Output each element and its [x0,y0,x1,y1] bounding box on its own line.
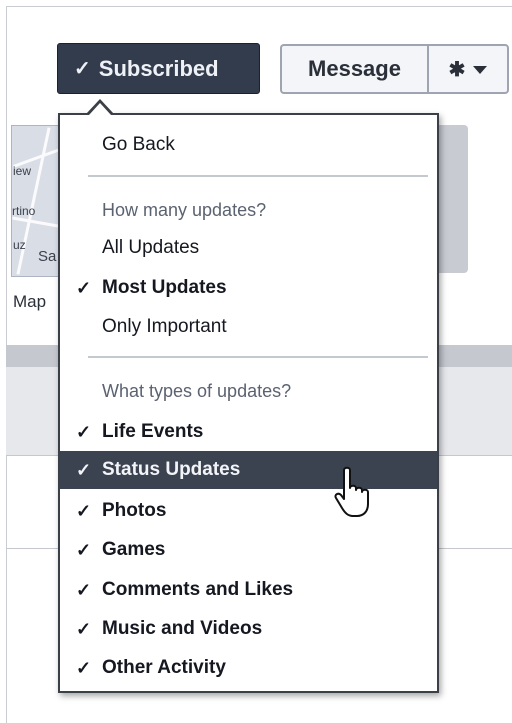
menu-item-most-updates[interactable]: ✓ Most Updates [60,270,437,306]
check-icon: ✓ [76,657,92,678]
message-button[interactable]: Message [280,44,427,94]
check-icon: ✓ [76,277,92,298]
map-text: Sa [38,248,57,265]
map-text: iew [13,164,32,178]
menu-item-go-back[interactable]: Go Back [60,127,437,163]
menu-item-label: Most Updates [102,277,227,298]
subscribed-button[interactable]: ✓ Subscribed [57,43,260,94]
menu-item-label: Status Updates [102,459,241,480]
subscribed-label: Subscribed [98,55,219,81]
menu-item-label: Games [102,539,166,560]
menu-item-status-updates[interactable]: ✓ Status Updates [60,451,437,489]
check-icon: ✓ [76,500,92,521]
menu-header-label: How many updates? [102,199,267,220]
menu-item-label: Comments and Likes [102,579,294,600]
menu-header-label: What types of updates? [102,380,292,401]
menu-item-label: Only Important [102,316,227,337]
menu-item-music-and-videos[interactable]: ✓ Music and Videos [60,611,437,647]
map-text: rtino [12,204,36,218]
menu-item-label: Life Events [102,421,204,442]
menu-pointer-fill [89,103,111,115]
cover-panel [437,125,468,273]
check-icon: ✓ [76,579,92,600]
menu-item-label: Other Activity [102,657,226,678]
menu-header-types: What types of updates? [60,373,437,409]
menu-item-games[interactable]: ✓ Games [60,532,437,568]
subscription-menu: Go Back How many updates? All Updates ✓ … [58,113,439,693]
check-icon: ✓ [76,539,92,560]
menu-item-all-updates[interactable]: All Updates [60,230,437,266]
menu-item-other-activity[interactable]: ✓ Other Activity [60,650,437,686]
check-icon: ✓ [76,421,92,442]
menu-item-only-important[interactable]: Only Important [60,309,437,345]
caret-down-icon [473,66,488,74]
map-thumbnail[interactable]: iew rtino uz Sa [11,125,65,277]
message-label: Message [308,56,401,81]
menu-item-label: Go Back [102,134,175,155]
check-icon: ✓ [76,618,92,639]
hand-cursor-icon [334,466,369,517]
gear-icon: ✱ [448,58,466,81]
menu-item-comments-and-likes[interactable]: ✓ Comments and Likes [60,572,437,608]
check-icon: ✓ [76,459,92,480]
menu-item-photos[interactable]: ✓ Photos [60,493,437,529]
menu-item-label: Photos [102,500,167,521]
menu-item-label: Music and Videos [102,618,263,639]
check-icon: ✓ [74,58,91,80]
menu-separator [88,175,428,177]
menu-item-label: All Updates [102,237,200,258]
map-label[interactable]: Map [13,292,46,312]
menu-header-how-many: How many updates? [60,192,437,228]
settings-dropdown-button[interactable]: ✱ [427,44,509,94]
menu-separator [88,356,428,358]
map-text: uz [13,238,26,252]
menu-item-life-events[interactable]: ✓ Life Events [60,414,437,450]
